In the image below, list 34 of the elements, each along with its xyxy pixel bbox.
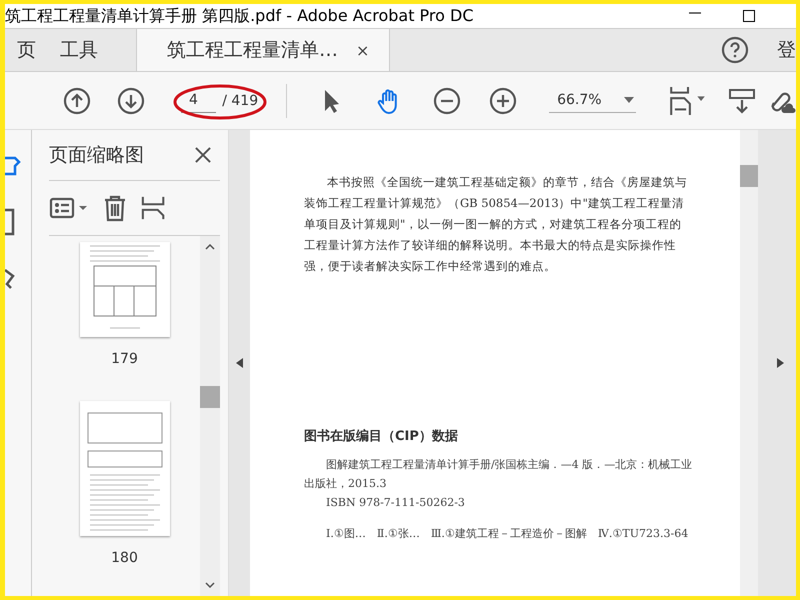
page-number-field[interactable]: 4	[181, 88, 216, 113]
page-number-label: 180	[111, 550, 138, 566]
caret-icon	[624, 97, 634, 103]
collapse-left-icon[interactable]	[236, 358, 243, 368]
page-number-label: 179	[111, 351, 138, 367]
scrollbar-thumb[interactable]	[740, 165, 758, 187]
scrollbar-thumb[interactable]	[200, 386, 220, 408]
page-thumbnail[interactable]	[80, 401, 170, 536]
page-thumbnail[interactable]	[80, 242, 170, 337]
sign-in-link[interactable]: 登	[777, 37, 796, 63]
classification-text: Ⅰ.①图… Ⅱ.①张… Ⅲ.①建筑工程－工程造价－图解 Ⅳ.①TU723.3-64	[325, 526, 690, 542]
zoom-out-icon[interactable]	[433, 86, 462, 114]
maximize-icon[interactable]	[742, 9, 756, 23]
scroll-down-icon[interactable]	[205, 582, 215, 588]
intro-paragraph: 本书按照《全国统一建筑工程基础定额》的章节，结合《房屋建筑与装饰工程工程量计算规范》（GB 50854—2013）中"建筑工程工程量清单项目及计算规则"，以一例一图一解的方式，对建筑工程各分项工程的工程量计算方法作了较详细的解释说明。本书最大的特点是实际操作性强，便于读者解决实际工作中经常遇到的难点。	[304, 174, 688, 275]
zoom-dropdown[interactable]: 66.7%	[549, 88, 636, 113]
insert-page-icon[interactable]	[141, 194, 167, 222]
help-icon[interactable]	[721, 36, 749, 64]
window-title: 筑工程工程量清单计算手册 第四版.pdf - Adobe Acrobat Pro DC	[5, 6, 475, 26]
tab[interactable]: 工具	[48, 29, 110, 71]
previous-page-icon[interactable]	[63, 86, 91, 114]
document-scrollbar[interactable]	[740, 130, 758, 596]
panel-title: 页面缩略图	[49, 143, 144, 168]
cip-text: 图解建筑工程工程量清单计算手册/张国栋主编．—4 版．—北京：机械工业出版社，2015.3	[304, 457, 694, 492]
collapse-right-icon[interactable]	[777, 358, 784, 368]
page-count: / 419	[222, 92, 258, 108]
close-tab-button[interactable]: ×	[356, 40, 370, 60]
next-page-icon[interactable]	[117, 86, 145, 114]
tab[interactable]: 筑工程工程量清单… ×	[136, 29, 390, 71]
tab[interactable]: 页	[5, 29, 48, 71]
cip-heading: 图书在版编目（CIP）数据	[304, 428, 459, 445]
zoom-in-icon[interactable]	[489, 86, 518, 114]
cip-text: ISBN 978-7-111-50262-3	[325, 495, 466, 511]
scroll-up-icon[interactable]	[205, 244, 215, 250]
